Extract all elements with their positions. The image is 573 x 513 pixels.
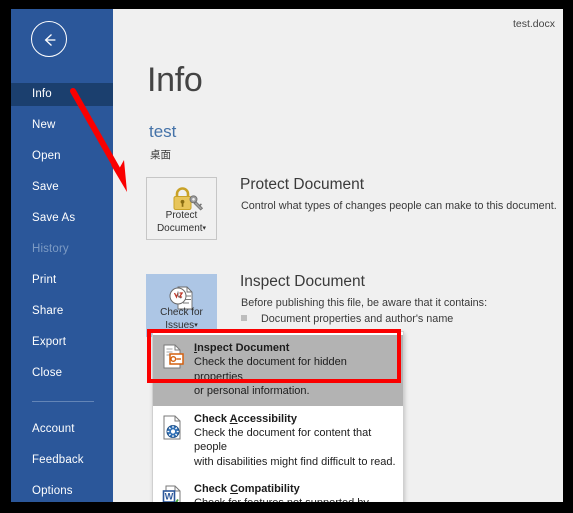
sidebar-divider (32, 401, 94, 402)
sidebar-item-label: Print (32, 274, 57, 286)
tile-line-1: Check for (160, 307, 203, 318)
sidebar-item-new[interactable]: New (11, 114, 113, 137)
sidebar-item-feedback[interactable]: Feedback (11, 449, 113, 472)
menu-item-title: Check Accessibility (194, 412, 397, 426)
menu-item-text: Inspect Document Check the document for … (191, 341, 397, 399)
inspect-document-heading: Inspect Document (240, 273, 365, 290)
sidebar-item-save-as[interactable]: Save As (11, 207, 113, 230)
sidebar-item-export[interactable]: Export (11, 331, 113, 354)
chevron-down-icon: ▾ (202, 224, 207, 232)
check-compatibility-icon: W (161, 482, 191, 502)
sidebar-item-label: New (32, 119, 56, 131)
word-backstage-window: Info New Open Save Save As History Print… (11, 9, 563, 502)
title-accel: A (229, 412, 238, 425)
page-title: Info (147, 61, 203, 99)
sidebar-item-options[interactable]: Options (11, 480, 113, 502)
sidebar-item-label: Feedback (32, 454, 84, 466)
menu-item-check-accessibility[interactable]: Check Accessibility Check the document f… (153, 406, 403, 477)
chevron-down-icon: ▾ (194, 321, 198, 329)
protect-document-button[interactable]: Protect Document▾ (146, 177, 217, 240)
protect-document-description: Control what types of changes people can… (241, 200, 557, 212)
bullet-square-icon (241, 315, 247, 321)
title-post: ompatibility (238, 483, 300, 495)
sidebar-item-label: Save (32, 181, 59, 193)
sidebar-item-label: Save As (32, 212, 76, 224)
sidebar-item-label: Share (32, 305, 64, 317)
check-for-issues-dropdown: Inspect Document Check the document for … (152, 331, 404, 502)
menu-item-desc-line2: or personal information. (194, 385, 310, 397)
sidebar-item-print[interactable]: Print (11, 269, 113, 292)
inspect-bullet-label: Document properties and author's name (261, 313, 454, 325)
sidebar-item-label: Account (32, 423, 75, 435)
svg-text:W: W (165, 492, 174, 502)
check-for-issues-label: Check for Issues▾ (147, 307, 216, 332)
sidebar-item-close[interactable]: Close (11, 362, 113, 385)
sidebar-item-label: Close (32, 367, 63, 379)
back-button[interactable] (31, 21, 67, 57)
menu-item-desc-line1: Check the document for hidden properties (194, 356, 347, 383)
sidebar-item-info[interactable]: Info (11, 83, 113, 106)
tile-line-2: Document (156, 222, 203, 234)
protect-document-label: Protect Document▾ (147, 210, 216, 235)
document-name: test (149, 122, 177, 141)
menu-item-desc-line2: with disabilities might find difficult t… (194, 455, 396, 468)
inspect-document-description: Before publishing this file, be aware th… (241, 297, 488, 309)
menu-item-desc-line1: Check for features not supported by earl… (194, 496, 397, 502)
title-accel: C (230, 483, 239, 495)
title-post: nspect Document (197, 342, 290, 354)
screenshot-frame: Info New Open Save Save As History Print… (0, 0, 573, 513)
title-pre: Check (194, 412, 230, 425)
tile-line-1: Protect (165, 210, 198, 221)
menu-item-inspect-document[interactable]: Inspect Document Check the document for … (153, 335, 403, 406)
inspect-document-icon (161, 341, 191, 399)
sidebar-item-label: History (32, 243, 69, 255)
title-post: ccessibility (237, 412, 297, 425)
protect-document-heading: Protect Document (240, 176, 365, 193)
sidebar-item-share[interactable]: Share (11, 300, 113, 323)
sidebar-item-label: Options (32, 485, 73, 497)
inspect-bullet-item: Document properties and author's name (241, 313, 453, 325)
document-path: 桌面 (150, 149, 171, 161)
sidebar-item-label: Export (32, 336, 67, 348)
menu-item-title: Inspect Document (194, 341, 397, 355)
sidebar-item-account[interactable]: Account (11, 418, 113, 441)
info-pane: test.docx Info test 桌面 Protect Document▾… (113, 9, 563, 502)
sidebar-item-open[interactable]: Open (11, 145, 113, 168)
menu-item-text: Check Compatibility Check for features n… (191, 482, 397, 502)
menu-item-text: Check Accessibility Check the document f… (191, 412, 397, 470)
sidebar-item-save[interactable]: Save (11, 176, 113, 199)
sidebar-item-label: Open (32, 150, 61, 162)
tile-line-2: Issues (165, 319, 195, 331)
check-accessibility-icon (161, 412, 191, 470)
title-pre: Check (194, 483, 231, 495)
sidebar-item-history: History (11, 238, 113, 261)
menu-item-desc-line1: Check the document for content that peop… (194, 426, 372, 454)
menu-item-check-compatibility[interactable]: W Check Compatibility Check for features… (153, 476, 403, 502)
check-for-issues-button[interactable]: Check for Issues▾ (146, 274, 217, 337)
backstage-sidebar: Info New Open Save Save As History Print… (11, 9, 113, 502)
menu-item-title: Check Compatibility (194, 482, 397, 496)
sidebar-item-label: Info (32, 88, 52, 100)
document-filename: test.docx (512, 18, 555, 30)
